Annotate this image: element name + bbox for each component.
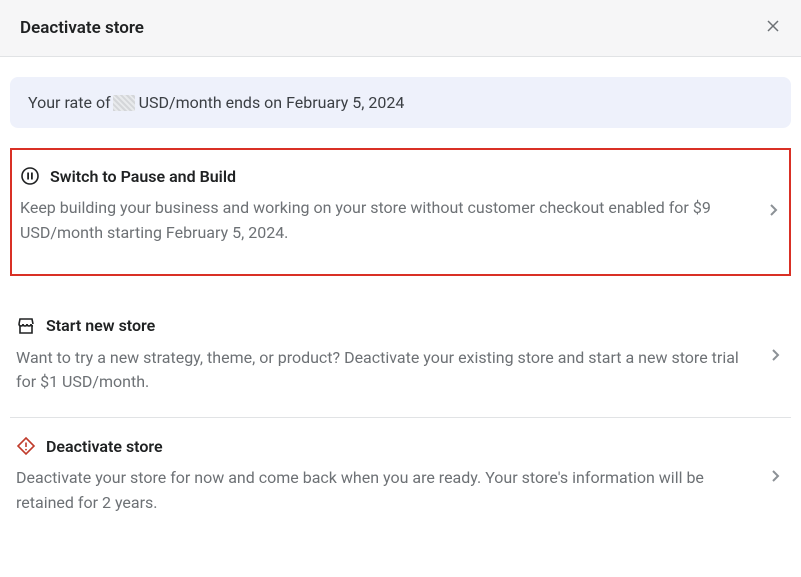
close-icon [765,17,781,39]
option-header: Start new store [16,316,785,336]
rate-prefix: Your rate of [28,93,111,112]
option-title: Start new store [46,316,155,335]
warning-icon [16,436,36,456]
chevron-right-icon [771,468,781,488]
chevron-right-icon [769,202,779,222]
chevron-right-icon [771,347,781,367]
option-title: Switch to Pause and Build [50,167,236,186]
rate-banner: Your rate of USD/month ends on February … [10,77,791,128]
pause-icon [20,166,40,186]
option-pause-and-build[interactable]: Switch to Pause and Build Keep building … [10,148,791,276]
close-button[interactable] [765,18,781,38]
store-icon [16,316,36,336]
dialog-title: Deactivate store [20,18,144,38]
dialog-header: Deactivate store [0,0,801,57]
option-description: Want to try a new strategy, theme, or pr… [16,346,785,396]
rate-suffix: USD/month ends on February 5, 2024 [139,93,405,112]
rate-redacted [113,95,135,111]
option-deactivate-store[interactable]: Deactivate store Deactivate your store f… [10,417,791,538]
option-description: Keep building your business and working … [20,196,781,246]
option-description: Deactivate your store for now and come b… [16,466,785,516]
option-header: Switch to Pause and Build [20,166,781,186]
option-title: Deactivate store [46,437,163,456]
option-header: Deactivate store [16,436,785,456]
option-start-new-store[interactable]: Start new store Want to try a new strate… [10,298,791,418]
dialog-content: Your rate of USD/month ends on February … [0,57,801,546]
